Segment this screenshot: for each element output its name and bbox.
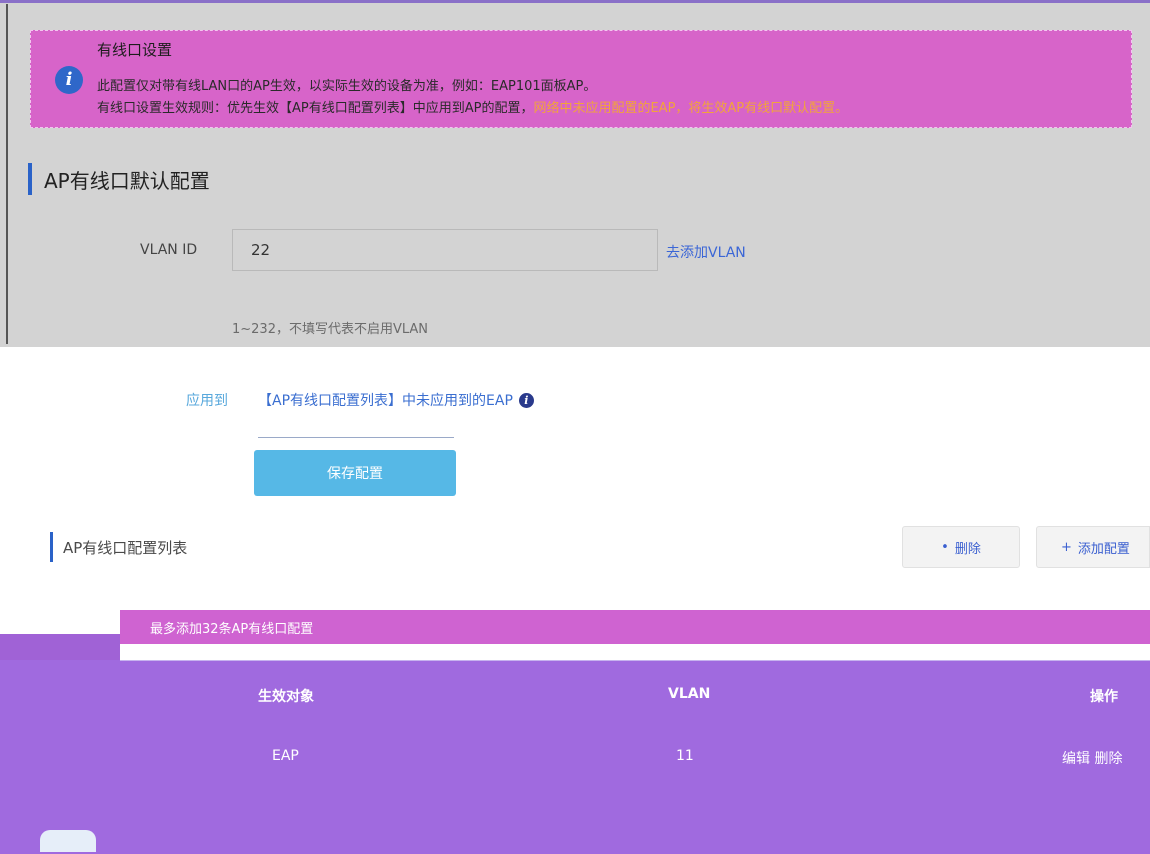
apply-to-value: 【AP有线口配置列表】中未应用到的EAP i	[258, 390, 534, 410]
plus-icon: +	[1061, 539, 1072, 555]
table-top-rule	[120, 660, 1150, 661]
header-action: 操作	[1090, 689, 1118, 705]
save-config-button[interactable]: 保存配置	[254, 450, 456, 496]
strip-notch	[80, 610, 120, 634]
help-icon[interactable]: i	[518, 392, 534, 408]
apply-to-label: 应用到	[186, 393, 228, 409]
add-vlan-link[interactable]: 去添加VLAN	[666, 242, 746, 262]
vlan-hint: 1~232，不填写代表不启用VLAN	[232, 322, 429, 337]
header-target: 生效对象	[258, 689, 314, 705]
row-marker-icon	[40, 830, 96, 852]
notice-rule-text: 有线口设置生效规则：优先生效【AP有线口配置列表】中应用到AP的配置，	[97, 101, 534, 116]
config-list-heading: AP有线口配置列表	[50, 530, 187, 564]
cell-target: EAP	[272, 748, 299, 764]
header-vlan: VLAN	[668, 686, 711, 702]
default-config-heading: AP有线口默认配置	[28, 163, 210, 195]
section-accent-bar	[28, 163, 32, 195]
list-accent-bar	[50, 532, 53, 562]
list-toolbar-strip: 最多添加32条AP有线口配置	[120, 610, 1150, 644]
left-divider	[6, 4, 8, 344]
section-title: AP有线口默认配置	[44, 168, 210, 193]
add-config-button[interactable]: + 添加配置	[1036, 526, 1150, 568]
apply-to-underline	[258, 437, 454, 438]
vlan-id-label: VLAN ID	[140, 242, 198, 258]
row-actions[interactable]: 编辑 删除	[1062, 748, 1122, 768]
delete-button-label: 删除	[954, 541, 981, 557]
delete-button[interactable]: • 删除	[902, 526, 1020, 568]
notice-line-2: 有线口设置生效规则：优先生效【AP有线口配置列表】中应用到AP的配置，网络中未应…	[97, 97, 848, 116]
list-title: AP有线口配置列表	[63, 538, 188, 557]
config-table: 生效对象 VLAN 操作 EAP 11 编辑 删除	[0, 660, 1150, 854]
info-icon: i	[55, 66, 83, 94]
strip-lead	[0, 634, 120, 660]
toolbar-text: 最多添加32条AP有线口配置	[150, 621, 314, 637]
notice-line-1: 此配置仅对带有线LAN口的AP生效，以实际生效的设备为准，例如：EAP101面板…	[97, 79, 597, 94]
trash-icon: •	[941, 539, 949, 555]
vlan-id-input[interactable]	[232, 229, 658, 271]
notice-rule-highlight: 网络中未应用配置的EAP，将生效AP有线口默认配置。	[533, 101, 849, 116]
cell-vlan: 11	[676, 748, 694, 764]
add-config-label: 添加配置	[1077, 541, 1130, 557]
notice-title: 有线口设置	[97, 41, 173, 59]
notice-banner: i 有线口设置 此配置仅对带有线LAN口的AP生效，以实际生效的设备为准，例如：…	[30, 30, 1132, 128]
apply-to-text: 【AP有线口配置列表】中未应用到的EAP	[258, 393, 513, 409]
